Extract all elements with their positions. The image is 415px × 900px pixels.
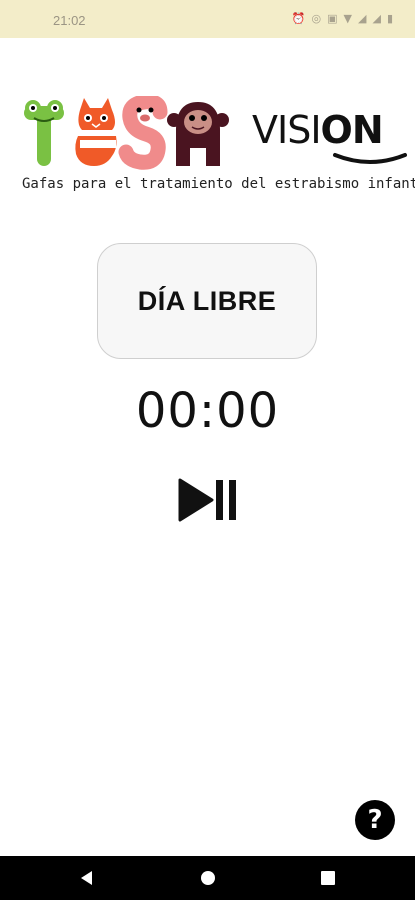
status-icons: ⏰ ◎ ▣ ▼ ◢ ◢ ▮ bbox=[292, 12, 393, 26]
pig-s-letter bbox=[118, 96, 168, 170]
vision-prefix: VISI bbox=[252, 108, 322, 152]
tesa-vision-logo: VISION Gafas para el tratamiento del est… bbox=[20, 96, 415, 208]
nfc-icon: ▣ bbox=[327, 12, 338, 25]
play-pause-button[interactable] bbox=[176, 478, 240, 522]
play-pause-icon bbox=[178, 478, 236, 522]
wifi-icon: ▼ bbox=[343, 12, 352, 25]
cat-e-letter bbox=[75, 98, 117, 166]
signal-icon: ◢ bbox=[372, 12, 381, 25]
status-bar: 21:02 ⏰ ◎ ▣ ▼ ◢ ◢ ▮ bbox=[0, 0, 415, 38]
vision-bold: ON bbox=[320, 108, 384, 152]
vision-wordmark: VISION bbox=[252, 108, 384, 152]
alarm-icon: ⏰ bbox=[291, 12, 306, 25]
data-saver-icon: ◎ bbox=[311, 12, 322, 25]
recents-icon[interactable] bbox=[318, 868, 338, 888]
smile-underline-icon bbox=[333, 153, 407, 164]
timer-display: 00:00 bbox=[135, 383, 280, 439]
system-nav-bar bbox=[0, 856, 415, 900]
mode-button[interactable]: DÍA LIBRE bbox=[97, 243, 317, 359]
help-icon: ? bbox=[367, 805, 383, 835]
mode-label: DÍA LIBRE bbox=[137, 285, 277, 316]
help-button[interactable]: ? bbox=[355, 800, 395, 840]
tesa-brand-letters bbox=[24, 96, 229, 170]
status-time: 21:02 bbox=[53, 13, 86, 28]
monkey-a-letter bbox=[167, 102, 229, 166]
logo-tagline: Gafas para el tratamiento del estrabismo… bbox=[22, 176, 415, 192]
battery-icon: ▮ bbox=[386, 12, 393, 25]
home-icon[interactable] bbox=[198, 868, 218, 888]
frog-t-letter bbox=[24, 100, 64, 166]
signal-icon: ◢ bbox=[358, 12, 367, 25]
back-icon[interactable] bbox=[77, 868, 97, 888]
